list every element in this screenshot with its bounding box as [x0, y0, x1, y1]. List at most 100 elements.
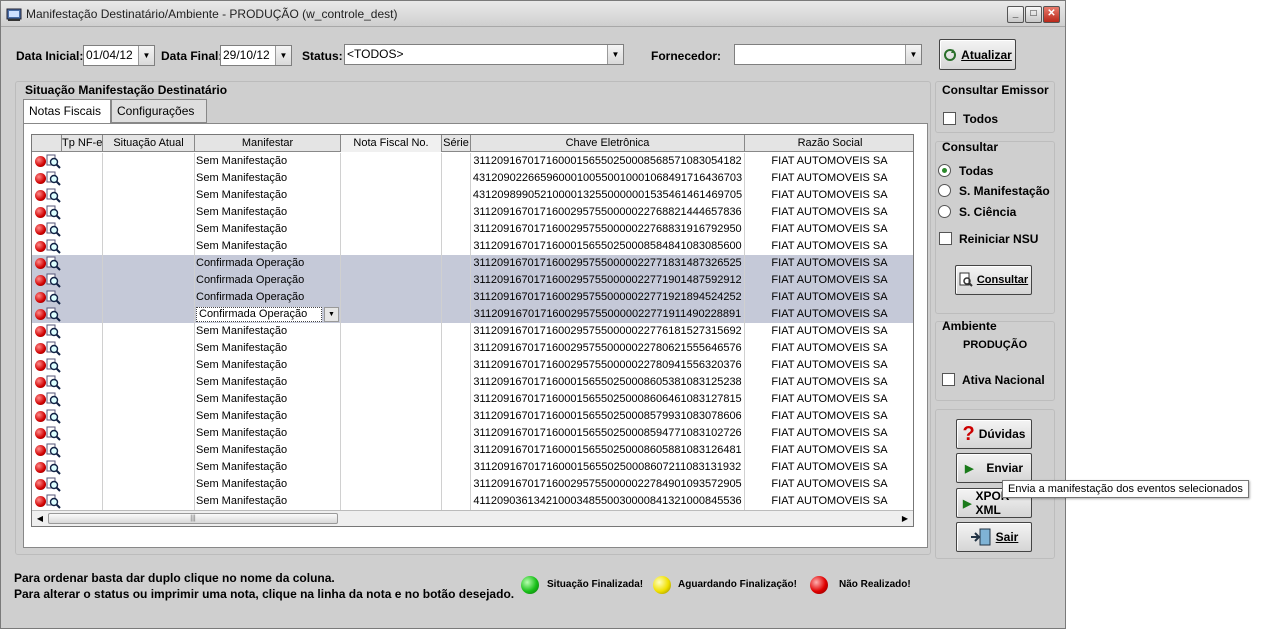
grid-cell-razao[interactable]: FIAT AUTOMOVEIS SA — [745, 323, 913, 340]
magnifier-icon[interactable] — [46, 443, 61, 458]
grid-cell-empty[interactable] — [341, 306, 442, 323]
grid-cell-empty[interactable] — [341, 255, 442, 272]
grid-cell-razao[interactable]: FIAT AUTOMOVEIS SA — [745, 442, 913, 459]
status-select[interactable]: <TODOS> ▼ — [344, 44, 624, 65]
grid-cell-empty[interactable] — [62, 340, 103, 357]
grid-cell-empty[interactable] — [341, 204, 442, 221]
grid-cell-empty[interactable] — [341, 459, 442, 476]
chevron-down-icon[interactable]: ▼ — [607, 45, 623, 64]
grid-cell-empty[interactable] — [442, 357, 471, 374]
magnifier-icon[interactable] — [46, 392, 61, 407]
grid-cell-chave[interactable]: 3112091670171600295755000002276882144465… — [471, 204, 745, 221]
minimize-button[interactable]: _ — [1007, 6, 1024, 23]
grid-cell-empty[interactable] — [62, 238, 103, 255]
grid-cell-razao[interactable]: FIAT AUTOMOVEIS SA — [745, 238, 913, 255]
grid-cell-empty[interactable] — [62, 306, 103, 323]
grid-cell-empty[interactable] — [341, 425, 442, 442]
table-row[interactable]: Sem Manifestação 311209167017160029575500… — [32, 323, 913, 340]
grid-cell-empty[interactable] — [103, 408, 195, 425]
grid-cell-empty[interactable] — [62, 153, 103, 170]
grid-cell-chave[interactable]: 4112090361342100034855003000084132100084… — [471, 493, 745, 510]
grid-cell-empty[interactable] — [341, 323, 442, 340]
grid-cell-empty[interactable] — [341, 357, 442, 374]
grid-cell-empty[interactable] — [103, 391, 195, 408]
grid-cell-manifestar[interactable]: Confirmada Operação — [195, 272, 341, 289]
grid-cell-manifestar[interactable]: Sem Manifestação — [195, 238, 341, 255]
maximize-button[interactable]: □ — [1025, 6, 1042, 23]
grid-cell-razao[interactable]: FIAT AUTOMOVEIS SA — [745, 204, 913, 221]
grid-cell-empty[interactable] — [442, 187, 471, 204]
magnifier-icon[interactable] — [46, 358, 61, 373]
table-row[interactable]: Confirmada Operação 311209167017160029575… — [32, 255, 913, 272]
grid-cell-empty[interactable] — [442, 340, 471, 357]
grid-cell-empty[interactable] — [103, 340, 195, 357]
duvidas-button[interactable]: ? Dúvidas — [956, 419, 1032, 449]
grid-cell-empty[interactable] — [62, 493, 103, 510]
grid-cell-empty[interactable] — [62, 170, 103, 187]
grid-cell-chave[interactable]: 3112091670171600015655025000860721108313… — [471, 459, 745, 476]
grid-cell-razao[interactable]: FIAT AUTOMOVEIS SA — [745, 391, 913, 408]
grid-cell-manifestar[interactable]: Sem Manifestação — [195, 340, 341, 357]
grid-cell-empty[interactable] — [103, 425, 195, 442]
grid-cell-chave[interactable]: 3112091670171600295755000002277183148732… — [471, 255, 745, 272]
grid-cell-manifestar[interactable]: Sem Manifestação — [195, 374, 341, 391]
grid-cell-manifestar[interactable]: Sem Manifestação — [195, 323, 341, 340]
grid-cell-razao[interactable]: FIAT AUTOMOVEIS SA — [745, 493, 913, 510]
table-row[interactable]: Sem Manifestação 311209167017160001565502… — [32, 408, 913, 425]
grid-cell-empty[interactable] — [341, 476, 442, 493]
data-final-field[interactable]: 29/10/12 ▼ — [220, 45, 292, 66]
table-row[interactable]: Confirmada Operação 311209167017160029575… — [32, 289, 913, 306]
grid-cell-empty[interactable] — [341, 153, 442, 170]
grid-cell-chave[interactable]: 3112091670171600295755000002278490109357… — [471, 476, 745, 493]
reiniciar-nsu-checkbox[interactable] — [939, 232, 952, 245]
grid-cell-empty[interactable] — [62, 425, 103, 442]
grid-cell-chave[interactable]: 3112091670171600295755000002277191149022… — [471, 306, 745, 323]
grid-cell-razao[interactable]: FIAT AUTOMOVEIS SA — [745, 408, 913, 425]
table-row[interactable]: Sem Manifestação 411209036134210003485500… — [32, 493, 913, 510]
magnifier-icon[interactable] — [46, 324, 61, 339]
grid-cell-razao[interactable]: FIAT AUTOMOVEIS SA — [745, 153, 913, 170]
grid-cell-manifestar[interactable]: Sem Manifestação — [195, 391, 341, 408]
grid-cell-empty[interactable] — [442, 408, 471, 425]
grid-cell-empty[interactable] — [103, 153, 195, 170]
grid-cell-empty[interactable] — [62, 187, 103, 204]
grid-cell-chave[interactable]: 3112091670171600015655025000859477108310… — [471, 425, 745, 442]
magnifier-icon[interactable] — [46, 222, 61, 237]
grid-cell-empty[interactable] — [62, 272, 103, 289]
fornecedor-select[interactable]: ▼ — [734, 44, 922, 65]
grid-cell-razao[interactable]: FIAT AUTOMOVEIS SA — [745, 374, 913, 391]
grid-cell-chave[interactable]: 3112091670171600295755000002278094155632… — [471, 357, 745, 374]
grid-cell-chave[interactable]: 3112091670171600015655025000856857108305… — [471, 153, 745, 170]
grid-cell-razao[interactable]: FIAT AUTOMOVEIS SA — [745, 221, 913, 238]
grid-cell-empty[interactable] — [62, 459, 103, 476]
magnifier-icon[interactable] — [46, 290, 61, 305]
header-serie[interactable]: Série — [442, 135, 471, 152]
scroll-thumb[interactable]: ||| — [48, 513, 338, 524]
todos-checkbox[interactable] — [943, 112, 956, 125]
tab-configuracoes[interactable]: Configurações — [111, 99, 207, 123]
magnifier-icon[interactable] — [46, 256, 61, 271]
grid-cell-manifestar[interactable]: Sem Manifestação — [195, 476, 341, 493]
table-row[interactable]: Sem Manifestação 311209167017160001565502… — [32, 391, 913, 408]
grid-cell-razao[interactable]: FIAT AUTOMOVEIS SA — [745, 476, 913, 493]
grid-cell-empty[interactable] — [62, 289, 103, 306]
grid-cell-empty[interactable] — [62, 357, 103, 374]
grid-cell-razao[interactable]: FIAT AUTOMOVEIS SA — [745, 459, 913, 476]
consultar-button[interactable]: Consultar — [955, 265, 1032, 295]
grid-cell-empty[interactable] — [442, 204, 471, 221]
grid-cell-manifestar[interactable]: Confirmada Operação — [195, 289, 341, 306]
table-row[interactable]: Sem Manifestação 431209899052100001325500… — [32, 187, 913, 204]
grid-cell-razao[interactable]: FIAT AUTOMOVEIS SA — [745, 187, 913, 204]
grid-cell-razao[interactable]: FIAT AUTOMOVEIS SA — [745, 170, 913, 187]
magnifier-icon[interactable] — [46, 341, 61, 356]
grid-cell-chave[interactable]: 3112091670171600295755000002278062155564… — [471, 340, 745, 357]
grid-cell-razao[interactable]: FIAT AUTOMOVEIS SA — [745, 255, 913, 272]
grid-cell-manifestar[interactable]: Sem Manifestação — [195, 425, 341, 442]
grid-cell-empty[interactable] — [103, 170, 195, 187]
magnifier-icon[interactable] — [46, 239, 61, 254]
grid-cell-manifestar[interactable]: Sem Manifestação — [195, 187, 341, 204]
grid-cell-empty[interactable] — [62, 476, 103, 493]
grid-cell-empty[interactable] — [341, 221, 442, 238]
table-row[interactable]: Sem Manifestação 311209167017160001565502… — [32, 425, 913, 442]
title-bar[interactable]: Manifestação Destinatário/Ambiente - PRO… — [1, 1, 1065, 27]
